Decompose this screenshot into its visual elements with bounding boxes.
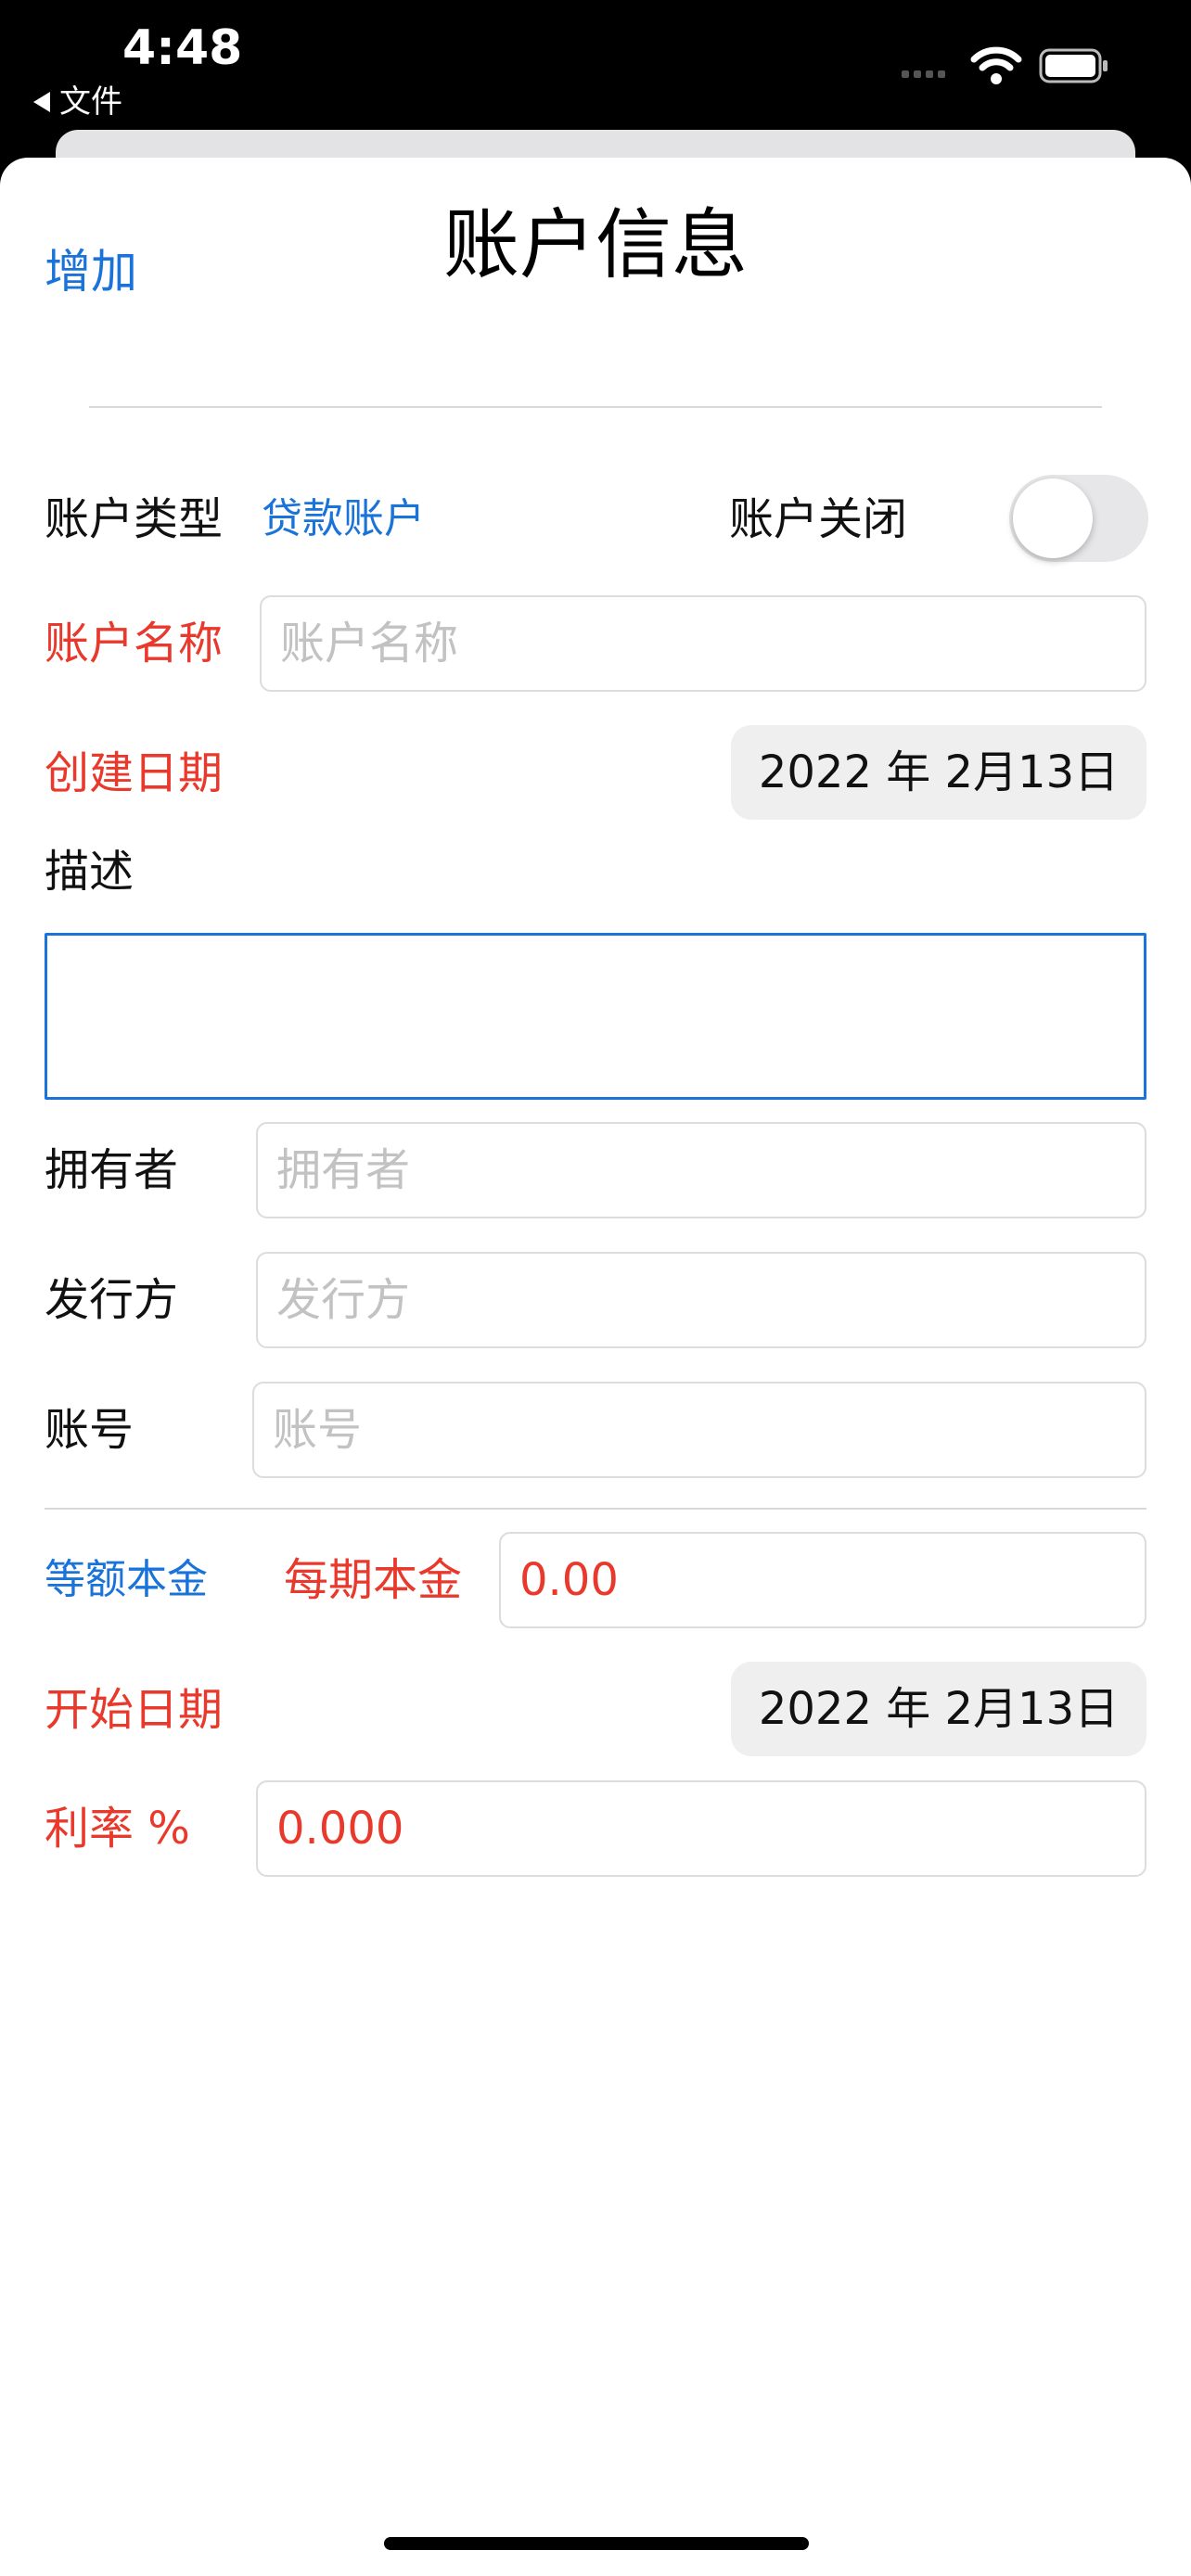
wifi-icon bbox=[970, 46, 1022, 84]
owner-label: 拥有者 bbox=[45, 1144, 179, 1196]
description-textarea[interactable] bbox=[45, 933, 1146, 1100]
principal-label: 每期本金 bbox=[284, 1554, 463, 1606]
account-name-label: 账户名称 bbox=[45, 618, 224, 670]
section-divider bbox=[45, 1508, 1146, 1510]
signal-icon bbox=[902, 70, 945, 78]
account-name-field[interactable] bbox=[260, 595, 1146, 692]
owner-field[interactable] bbox=[256, 1122, 1146, 1218]
start-date-picker[interactable]: 2022 年 2月13日 bbox=[731, 1662, 1146, 1756]
account-type-label: 账户类型 bbox=[45, 493, 224, 545]
principal-field[interactable] bbox=[499, 1532, 1146, 1628]
account-type-picker[interactable]: 贷款账户 bbox=[262, 491, 425, 547]
back-arrow-icon bbox=[33, 92, 50, 112]
issuer-label: 发行方 bbox=[45, 1274, 179, 1326]
toggle-knob bbox=[1013, 478, 1093, 558]
interest-rate-label: 利率 % bbox=[45, 1803, 190, 1855]
description-label: 描述 bbox=[45, 846, 134, 898]
repayment-method-picker[interactable]: 等额本金 bbox=[45, 1552, 208, 1608]
account-number-field[interactable] bbox=[252, 1382, 1146, 1478]
account-closed-toggle[interactable] bbox=[1009, 475, 1148, 562]
interest-rate-field[interactable] bbox=[256, 1780, 1146, 1877]
battery-icon bbox=[1039, 48, 1108, 83]
issuer-field[interactable] bbox=[256, 1252, 1146, 1348]
status-time: 4:48 bbox=[122, 20, 243, 76]
divider bbox=[89, 406, 1102, 408]
create-date-label: 创建日期 bbox=[45, 747, 224, 799]
back-label: 文件 bbox=[59, 83, 122, 121]
page-title: 账户信息 bbox=[442, 201, 748, 289]
create-date-picker[interactable]: 2022 年 2月13日 bbox=[731, 725, 1146, 820]
home-indicator bbox=[384, 2537, 809, 2550]
account-closed-label: 账户关闭 bbox=[729, 493, 908, 545]
start-date-label: 开始日期 bbox=[45, 1684, 224, 1736]
account-number-label: 账号 bbox=[45, 1404, 134, 1456]
back-to-files-button[interactable]: 文件 bbox=[33, 83, 122, 121]
